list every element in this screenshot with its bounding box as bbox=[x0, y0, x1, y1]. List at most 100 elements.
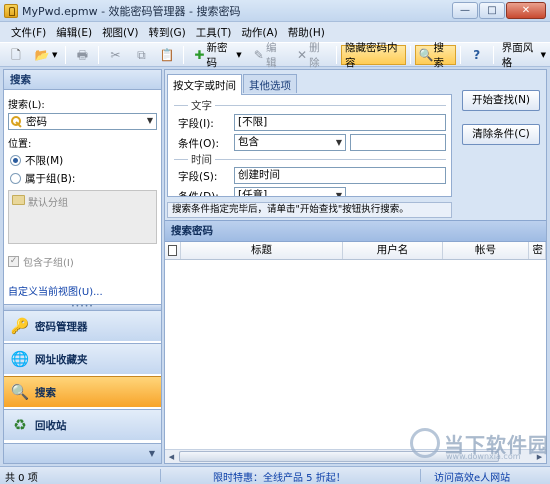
minimize-button[interactable]: — bbox=[452, 1, 478, 19]
radio-unlimited[interactable]: 不限(M) bbox=[10, 153, 157, 168]
new-file-button[interactable]: 🗋 bbox=[4, 45, 28, 65]
condition-select[interactable]: 包含 ▼ bbox=[234, 134, 346, 151]
radio-button[interactable] bbox=[10, 173, 21, 184]
nav-search[interactable]: 🔍 搜索 bbox=[4, 376, 161, 407]
col-password[interactable]: 密 bbox=[529, 242, 546, 259]
right-panel: 按文字或时间 其他选项 文字 字段(I): [不限] 条件(O): 包含 ▼ 时… bbox=[164, 69, 547, 464]
status-divider bbox=[420, 469, 421, 482]
open-button[interactable]: 📂 ▼ bbox=[30, 45, 61, 65]
group-time-title: 时间 bbox=[188, 152, 215, 167]
new-password-button[interactable]: ✚ 新密码 ▼ bbox=[188, 42, 245, 69]
delete-button[interactable]: ✕ 删除 bbox=[291, 42, 332, 69]
time-condition-select[interactable]: [任意] ▼ bbox=[234, 187, 346, 197]
radio-group[interactable]: 属于组(B): bbox=[10, 171, 157, 186]
hide-content-toggle[interactable]: 隐藏密码内容 bbox=[341, 42, 406, 69]
scroll-left-icon[interactable]: ◀ bbox=[165, 451, 178, 463]
new-password-label: 新密码 bbox=[206, 41, 228, 69]
search-criteria: 文字 字段(I): [不限] 条件(O): 包含 ▼ 时间 字段(S): 创建时… bbox=[167, 94, 452, 197]
field-label: 字段(I): bbox=[178, 118, 214, 130]
start-search-button[interactable]: 开始查找(N) bbox=[462, 90, 540, 111]
menu-help[interactable]: 帮助(H) bbox=[283, 25, 330, 40]
custom-view-link[interactable]: 自定义当前视图(U)... bbox=[8, 283, 157, 298]
chevron-down-icon: ▼ bbox=[52, 50, 58, 59]
copy-icon: ⧉ bbox=[137, 47, 146, 62]
condition-value: 包含 bbox=[238, 136, 259, 148]
default-group: 默认分组 bbox=[28, 198, 68, 209]
toolbar-divider bbox=[492, 45, 494, 64]
results-table-header: 标题 用户名 帐号 密 bbox=[165, 242, 546, 260]
chevron-down-icon: ▼ bbox=[148, 449, 155, 458]
results-header: 搜索密码 bbox=[165, 220, 546, 242]
search-icon: 🔍 bbox=[10, 383, 30, 401]
search-label: 搜索(L): bbox=[8, 100, 45, 111]
time-field-input[interactable]: 创建时间 bbox=[234, 167, 446, 184]
toolbar-divider bbox=[98, 45, 100, 64]
time-condition-value: [任意] bbox=[238, 189, 268, 197]
paste-button[interactable]: 📋 bbox=[155, 45, 179, 65]
menu-file[interactable]: 文件(F) bbox=[6, 25, 51, 40]
col-username[interactable]: 用户名 bbox=[343, 242, 443, 259]
col-icon[interactable] bbox=[165, 242, 181, 259]
watermark: 当下软件园 www.downxia.com bbox=[410, 428, 549, 461]
tab-other-options[interactable]: 其他选项 bbox=[243, 74, 297, 93]
radio-unlimited-label: 不限(M) bbox=[25, 155, 64, 167]
menu-goto[interactable]: 转到(G) bbox=[143, 25, 190, 40]
delete-x-icon: ✕ bbox=[296, 47, 308, 62]
col-title[interactable]: 标题 bbox=[181, 242, 343, 259]
pencil-icon: ✎ bbox=[253, 47, 264, 62]
condition-label: 条件(O): bbox=[178, 138, 219, 150]
col-account[interactable]: 帐号 bbox=[443, 242, 529, 259]
cut-button[interactable]: ✂ bbox=[103, 45, 127, 65]
include-subgroups-checkbox: ✓ 包含子组(I) bbox=[8, 254, 157, 269]
search-options: 搜索(L): 密码 ▼ 位置: 不限(M) 属于组(B): 默认分组 ✓ 包含子… bbox=[4, 90, 161, 304]
search-icon: 🔍 bbox=[418, 47, 434, 62]
menu-action[interactable]: 动作(A) bbox=[236, 25, 282, 40]
include-subgroups-label: 包含子组(I) bbox=[23, 258, 74, 269]
status-bar: 共 0 项 限时特惠：全线产品 5 折起！ 访问高效e人网站 bbox=[0, 466, 550, 484]
help-button[interactable]: ? bbox=[465, 45, 489, 65]
edit-button[interactable]: ✎ 编辑 bbox=[248, 42, 289, 69]
time-field-label: 字段(S): bbox=[178, 171, 218, 183]
toolbar-divider bbox=[409, 45, 411, 64]
chevron-down-icon: ▼ bbox=[236, 50, 242, 59]
visit-website-link[interactable]: 访问高效e人网站 bbox=[434, 469, 510, 484]
search-type-select[interactable]: 密码 ▼ bbox=[8, 113, 157, 130]
menu-view[interactable]: 视图(V) bbox=[97, 25, 143, 40]
menu-tools[interactable]: 工具(T) bbox=[191, 25, 237, 40]
copy-button[interactable]: ⧉ bbox=[129, 45, 153, 65]
left-panel: 搜索 搜索(L): 密码 ▼ 位置: 不限(M) 属于组(B): 默认分组 ✓ … bbox=[3, 69, 162, 464]
group-list: 默认分组 bbox=[8, 190, 157, 244]
toolbar-divider bbox=[459, 45, 461, 64]
nav-recycle-bin[interactable]: ♻ 回收站 bbox=[4, 409, 161, 440]
open-folder-icon: 📂 bbox=[34, 47, 50, 62]
nav-search-label: 搜索 bbox=[35, 386, 56, 399]
toolbar-divider bbox=[336, 45, 337, 64]
watermark-url: www.downxia.com bbox=[446, 452, 521, 461]
promo-link[interactable]: 限时特惠：全线产品 5 折起！ bbox=[213, 469, 346, 484]
field-input[interactable]: [不限] bbox=[234, 114, 446, 131]
nav-recycle-label: 回收站 bbox=[35, 419, 67, 432]
style-button[interactable]: 界面风格 ▼ bbox=[498, 42, 550, 69]
print-button[interactable]: 🖶 bbox=[70, 45, 94, 65]
results-table-body[interactable] bbox=[165, 260, 546, 450]
chevron-down-icon: ▼ bbox=[540, 50, 546, 59]
condition-text-input[interactable] bbox=[350, 134, 446, 151]
radio-button[interactable] bbox=[10, 155, 21, 166]
chevron-down-icon: ▼ bbox=[335, 191, 342, 197]
maximize-button[interactable]: □ bbox=[479, 1, 505, 19]
toolbar-divider bbox=[65, 45, 67, 64]
clear-conditions-button[interactable]: 清除条件(C) bbox=[462, 124, 540, 145]
close-button[interactable]: ✕ bbox=[506, 1, 546, 19]
nav-url-favorites[interactable]: 🌐 网址收藏夹 bbox=[4, 343, 161, 374]
group-text-title: 文字 bbox=[188, 98, 215, 113]
tab-text-time[interactable]: 按文字或时间 bbox=[167, 74, 242, 95]
nav-password-manager[interactable]: 🔑 密码管理器 bbox=[4, 310, 161, 341]
plus-icon: ✚ bbox=[194, 47, 205, 62]
search-button[interactable]: 🔍 搜索 bbox=[414, 42, 456, 69]
folder-icon bbox=[12, 195, 25, 205]
nav-configure[interactable]: ▼ bbox=[4, 443, 161, 463]
nav-url-favorites-label: 网址收藏夹 bbox=[35, 353, 88, 366]
menu-edit[interactable]: 编辑(E) bbox=[51, 25, 97, 40]
left-panel-header: 搜索 bbox=[4, 70, 161, 90]
checkbox: ✓ bbox=[8, 256, 19, 267]
